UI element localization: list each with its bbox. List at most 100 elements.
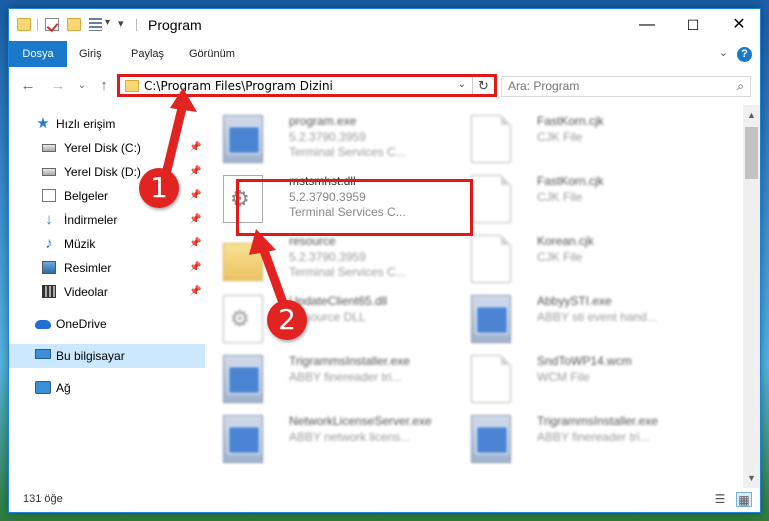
- status-bar: 131 öğe ☰ ▦: [9, 488, 760, 512]
- tab-share[interactable]: Paylaş: [121, 41, 174, 67]
- file-item[interactable]: TrigrammsInstaller.exe ABBY finereader t…: [461, 411, 701, 469]
- file-description: ABBY finereader tri...: [289, 370, 402, 384]
- address-path[interactable]: C:\Program Files\Program Dizini: [144, 79, 333, 93]
- documents-icon: [42, 189, 56, 202]
- file-item[interactable]: FastKorn.cjk CJK File: [461, 171, 701, 229]
- expand-ribbon-icon[interactable]: ⌄: [719, 46, 728, 59]
- pin-icon[interactable]: 📌: [189, 232, 201, 256]
- download-icon: ↓: [45, 211, 53, 228]
- nav-label: İndirmeler: [64, 213, 118, 227]
- close-button[interactable]: ✕: [716, 9, 760, 41]
- properties-icon[interactable]: [45, 18, 59, 31]
- new-folder-icon[interactable]: [67, 18, 81, 31]
- file-description: ABBY sti event hand...: [537, 310, 657, 324]
- address-row: ← → ⌄ ↑ C:\Program Files\Program Dizini …: [9, 71, 760, 101]
- file-name: resource: [289, 234, 336, 248]
- nav-item-onedrive[interactable]: OneDrive: [9, 312, 205, 336]
- chevron-down-icon[interactable]: ▾: [105, 17, 110, 28]
- pin-icon[interactable]: 📌: [189, 256, 201, 280]
- address-bar[interactable]: C:\Program Files\Program Dizini ⌄ ↻: [117, 74, 497, 97]
- nav-quick-access[interactable]: ★ Hızlı erişim: [9, 112, 205, 136]
- details-view-icon[interactable]: ☰: [712, 492, 728, 507]
- refresh-icon[interactable]: ↻: [472, 77, 494, 94]
- star-icon: ★: [36, 115, 50, 132]
- item-count: 131 öğe: [23, 493, 63, 505]
- vertical-scrollbar[interactable]: ▲ ▼: [743, 105, 760, 489]
- pin-icon[interactable]: 📌: [189, 160, 201, 184]
- drive-icon: [42, 168, 56, 176]
- separator: [37, 19, 38, 31]
- file-item[interactable]: Korean.cjk CJK File: [461, 231, 701, 289]
- callout-badge-1: 1: [139, 168, 179, 208]
- highlight-box: [236, 179, 473, 236]
- maximize-button[interactable]: ☐: [670, 9, 716, 41]
- pin-icon[interactable]: 📌: [189, 208, 201, 232]
- up-button[interactable]: ↑: [93, 75, 115, 97]
- file-name: FastKorn.cjk: [537, 114, 604, 128]
- file-item[interactable]: FastKorn.cjk CJK File: [461, 111, 701, 169]
- videos-icon: [42, 285, 56, 298]
- file-name: program.exe: [289, 114, 357, 128]
- tab-view[interactable]: Görünüm: [179, 41, 245, 67]
- large-icons-view-icon[interactable]: ▦: [736, 492, 752, 507]
- chevron-down-icon[interactable]: ⌄: [458, 79, 466, 90]
- file-list: program.exe 5.2.3790.3959 Terminal Servi…: [213, 109, 741, 485]
- folder-icon: [125, 80, 139, 92]
- pin-icon[interactable]: 📌: [189, 136, 201, 160]
- search-icon[interactable]: ⌕: [737, 79, 744, 94]
- document-icon: [471, 115, 511, 163]
- file-item[interactable]: resource 5.2.3790.3959 Terminal Services…: [213, 231, 453, 289]
- file-type: CJK File: [537, 190, 583, 204]
- explorer-window: ▾ ▾ Program ― ☐ ✕ Dosya Giriş Paylaş Gör…: [8, 8, 761, 513]
- navigation-pane: ★ Hızlı erişim Yerel Disk (C:) 📌 Yerel D…: [9, 109, 205, 489]
- nav-label: Resimler: [64, 261, 112, 275]
- recent-locations-button[interactable]: ⌄: [71, 75, 93, 97]
- search-box[interactable]: ⌕: [501, 76, 751, 97]
- tab-file[interactable]: Dosya: [9, 41, 67, 67]
- exe-icon: [223, 415, 263, 463]
- pin-icon[interactable]: 📌: [189, 184, 201, 208]
- file-item[interactable]: AbbyySTI.exe ABBY sti event hand...: [461, 291, 701, 349]
- file-name: FastKorn.cjk: [537, 174, 604, 188]
- minimize-button[interactable]: ―: [624, 9, 670, 41]
- pin-icon[interactable]: 📌: [189, 280, 201, 304]
- scroll-thumb[interactable]: [745, 127, 758, 179]
- nav-item-local-disk-c[interactable]: Yerel Disk (C:) 📌: [9, 136, 205, 160]
- file-name: NetworkLicenseServer.exe: [289, 414, 432, 428]
- file-name: TrigrammsInstaller.exe: [537, 414, 658, 428]
- file-description: ABBY network licens...: [289, 430, 411, 444]
- file-item[interactable]: NetworkLicenseServer.exe ABBY network li…: [213, 411, 453, 469]
- nav-item-downloads[interactable]: ↓ İndirmeler 📌: [9, 208, 205, 232]
- file-item[interactable]: TrigrammsInstaller.exe ABBY finereader t…: [213, 351, 453, 409]
- file-name: AbbyySTI.exe: [537, 294, 612, 308]
- nav-label: Yerel Disk (D:): [64, 165, 141, 179]
- folder-icon: [17, 18, 31, 31]
- window-title: Program: [148, 17, 202, 33]
- file-item[interactable]: SndToWP14.wcm WCM File: [461, 351, 701, 409]
- nav-item-network[interactable]: Ağ: [9, 376, 205, 400]
- file-item[interactable]: UpdateClient65.dll Resource DLL: [213, 291, 453, 349]
- help-button[interactable]: ?: [737, 47, 752, 62]
- scroll-down-arrow-icon[interactable]: ▼: [743, 470, 760, 487]
- file-name: SndToWP14.wcm: [537, 354, 632, 368]
- file-item[interactable]: program.exe 5.2.3790.3959 Terminal Servi…: [213, 111, 453, 169]
- nav-item-videos[interactable]: Videolar 📌: [9, 280, 205, 304]
- back-button[interactable]: ←: [17, 75, 39, 97]
- nav-item-this-pc[interactable]: Bu bilgisayar: [9, 344, 205, 368]
- computer-icon: [35, 349, 51, 359]
- forward-button[interactable]: →: [47, 75, 69, 97]
- nav-label: Bu bilgisayar: [56, 349, 125, 363]
- tab-home[interactable]: Giriş: [69, 41, 112, 67]
- drive-icon: [42, 144, 56, 152]
- view-icon[interactable]: [89, 18, 102, 31]
- customize-quick-access-icon[interactable]: ▾: [118, 17, 124, 30]
- nav-item-pictures[interactable]: Resimler 📌: [9, 256, 205, 280]
- document-icon: [471, 175, 511, 223]
- file-version: 5.2.3790.3959: [289, 130, 366, 144]
- ribbon-tabs: Dosya Giriş Paylaş Görünüm ⌄ ?: [9, 41, 760, 67]
- nav-item-music[interactable]: ♪ Müzik 📌: [9, 232, 205, 256]
- search-input[interactable]: [508, 79, 718, 93]
- callout-badge-2: 2: [267, 300, 307, 340]
- file-name: UpdateClient65.dll: [289, 294, 388, 308]
- scroll-up-arrow-icon[interactable]: ▲: [743, 107, 760, 124]
